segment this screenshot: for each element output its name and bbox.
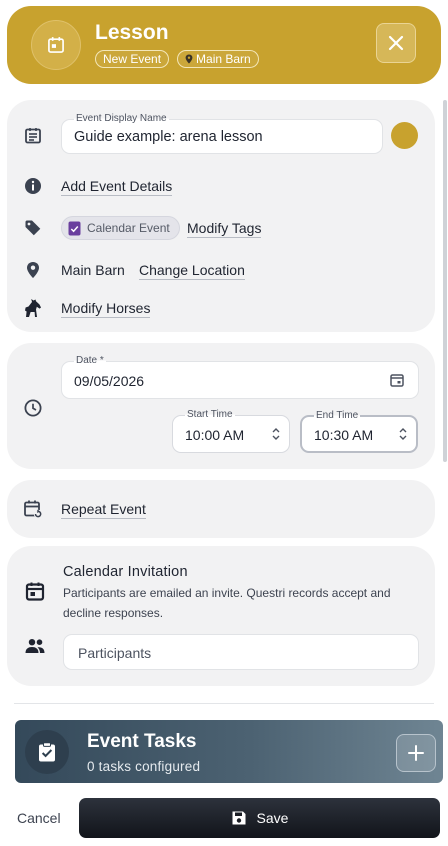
- info-icon: [22, 175, 44, 197]
- location-pin-icon: [22, 259, 44, 281]
- tag-chip-label: Calendar Event: [87, 221, 170, 235]
- save-button[interactable]: Save: [79, 798, 440, 838]
- location-badge-label: Main Barn: [196, 52, 251, 66]
- start-time-label: Start Time: [185, 409, 235, 420]
- location-value: Main Barn: [61, 262, 125, 278]
- calendar-check-icon: [68, 221, 81, 235]
- event-tasks-title: Event Tasks: [87, 731, 197, 752]
- date-label: Date *: [74, 355, 106, 366]
- calendar-invitation-card: Calendar Invitation Participants are ema…: [7, 546, 435, 686]
- display-name-value: Guide example: arena lesson: [74, 129, 263, 145]
- location-badge: Main Barn: [177, 50, 259, 68]
- calendar-icon: [48, 37, 64, 53]
- header-bar: Lesson New Event Main Barn: [7, 6, 441, 84]
- chevron-up-down-icon[interactable]: [398, 426, 408, 442]
- participants-placeholder: Participants: [78, 645, 152, 661]
- modify-tags-link[interactable]: Modify Tags: [187, 220, 262, 238]
- clock-icon: [22, 397, 44, 419]
- event-color-swatch[interactable]: [391, 122, 418, 149]
- date-value: 09/05/2026: [74, 373, 145, 389]
- task-icon-badge: [25, 730, 69, 774]
- event-type-icon-badge: [31, 20, 81, 70]
- display-name-field[interactable]: Event Display Name Guide example: arena …: [61, 113, 383, 154]
- schedule-card: Date * 09/05/2026 Start Time 10:00 AM En…: [7, 343, 435, 469]
- participants-input[interactable]: Participants: [63, 634, 419, 670]
- modify-horses-link[interactable]: Modify Horses: [61, 300, 151, 318]
- event-details-card: Event Display Name Guide example: arena …: [7, 100, 435, 332]
- save-icon: [232, 811, 246, 825]
- end-time-value: 10:30 AM: [314, 427, 374, 443]
- start-time-value: 10:00 AM: [185, 427, 245, 443]
- clipboard-check-icon: [39, 742, 55, 762]
- event-tasks-count: 0 tasks configured: [87, 759, 201, 774]
- status-badge-label: New Event: [103, 52, 162, 66]
- end-time-field[interactable]: End Time 10:30 AM: [300, 410, 418, 453]
- section-divider: [14, 703, 434, 704]
- close-icon: [388, 35, 404, 51]
- plus-icon: [408, 745, 424, 761]
- calendar-repeat-icon: [22, 498, 44, 520]
- close-button[interactable]: [376, 23, 416, 63]
- date-field[interactable]: Date * 09/05/2026: [61, 355, 419, 399]
- repeat-card: Repeat Event: [7, 480, 435, 538]
- event-tasks-panel: Event Tasks 0 tasks configured: [15, 720, 443, 783]
- save-button-label: Save: [256, 810, 289, 826]
- tag-chip-calendar-event: Calendar Event: [61, 216, 180, 240]
- description-icon: [22, 125, 44, 147]
- scrollbar-thumb[interactable]: [443, 100, 447, 462]
- page-title: Lesson: [95, 21, 169, 44]
- people-icon: [24, 635, 46, 657]
- chevron-up-down-icon[interactable]: [271, 426, 281, 442]
- start-time-field[interactable]: Start Time 10:00 AM: [172, 409, 290, 453]
- tag-icon: [22, 217, 44, 239]
- invitation-title: Calendar Invitation: [63, 564, 188, 580]
- end-time-label: End Time: [314, 410, 361, 421]
- cancel-button[interactable]: Cancel: [17, 810, 61, 826]
- add-task-button[interactable]: [396, 734, 436, 772]
- calendar-icon[interactable]: [390, 373, 404, 387]
- add-event-details-link[interactable]: Add Event Details: [61, 178, 173, 196]
- display-name-label: Event Display Name: [74, 113, 169, 124]
- status-badge: New Event: [95, 50, 170, 68]
- horse-icon: [22, 297, 44, 319]
- location-pin-icon: [185, 54, 193, 64]
- calendar-icon: [24, 580, 46, 602]
- change-location-link[interactable]: Change Location: [139, 262, 245, 280]
- invitation-description: Participants are emailed an invite. Ques…: [63, 586, 391, 620]
- repeat-event-link[interactable]: Repeat Event: [61, 501, 146, 519]
